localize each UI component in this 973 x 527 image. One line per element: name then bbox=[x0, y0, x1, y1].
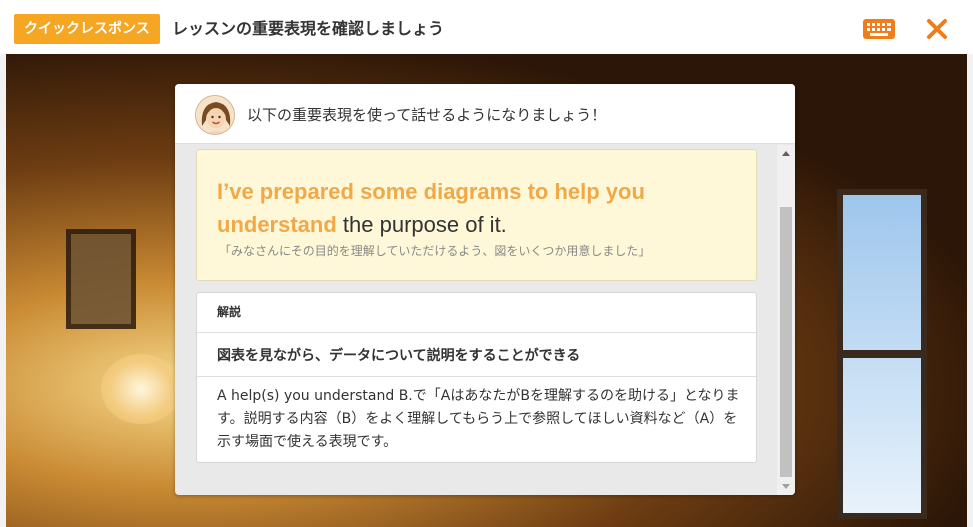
quick-response-badge: クイックレスポンス bbox=[14, 14, 160, 44]
background-lamp bbox=[101, 354, 181, 424]
key-phrase-english: I’ve prepared some diagrams to help you … bbox=[217, 175, 737, 241]
keyboard-button[interactable] bbox=[862, 18, 896, 40]
scroll-down-arrow-icon[interactable] bbox=[782, 484, 790, 489]
explanation-body: A help(s) you understand B.で「AはあなたがBを理解す… bbox=[217, 388, 740, 450]
page-title: レッスンの重要表現を確認しましょう bbox=[172, 19, 445, 38]
teacher-avatar-icon bbox=[196, 96, 234, 134]
panel-header: 以下の重要表現を使って話せるようになりましょう！ bbox=[175, 84, 795, 144]
key-phrase-panel: 以下の重要表現を使って話せるようになりましょう！ I’ve prepared s… bbox=[175, 84, 795, 495]
key-phrase-card: I’ve prepared some diagrams to help you … bbox=[196, 149, 757, 281]
panel-intro-text: 以下の重要表現を使って話せるようになりましょう！ bbox=[247, 106, 607, 124]
panel-content: I’ve prepared some diagrams to help you … bbox=[175, 145, 777, 495]
top-bar: クイックレスポンス レッスンの重要表現を確認しましょう bbox=[0, 0, 973, 54]
teacher-avatar bbox=[195, 95, 235, 135]
keyboard-icon bbox=[863, 19, 895, 39]
explanation-heading: 図表を見ながら、データについて説明をすることができる bbox=[217, 348, 581, 364]
scrollbar-thumb[interactable] bbox=[780, 207, 792, 477]
close-button[interactable] bbox=[924, 16, 950, 42]
key-phrase-rest: the purpose of it. bbox=[336, 212, 507, 237]
explanation-label: 解説 bbox=[217, 305, 242, 319]
background-picture-frame bbox=[66, 229, 136, 329]
close-icon bbox=[927, 19, 947, 39]
key-phrase-translation: 「みなさんにその目的を理解していただけるよう、図をいくつか用意しました」 bbox=[219, 244, 651, 258]
scroll-up-arrow-icon[interactable] bbox=[782, 151, 790, 156]
divider bbox=[197, 376, 756, 377]
panel-scrollbar[interactable] bbox=[777, 145, 795, 495]
background-window bbox=[837, 189, 927, 519]
explanation-card: 解説 図表を見ながら、データについて説明をすることができる A help(s) … bbox=[196, 292, 757, 463]
divider bbox=[197, 332, 756, 333]
